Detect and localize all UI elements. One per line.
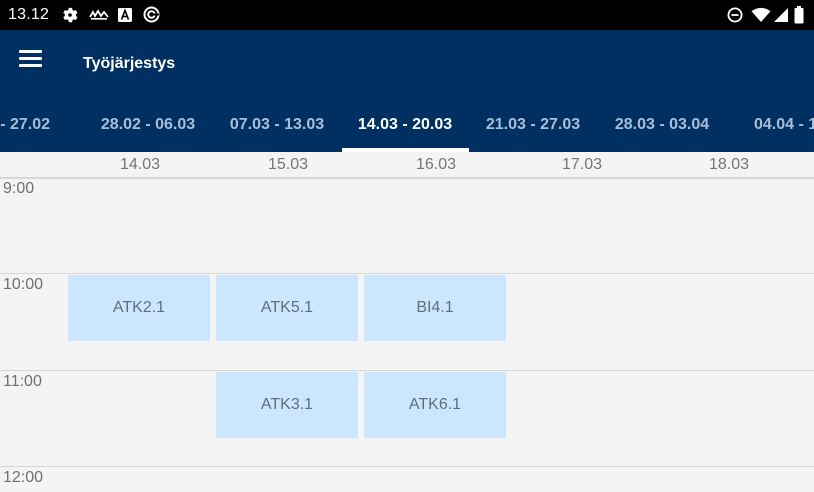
tab-week-2[interactable]: 07.03 - 13.03	[214, 116, 340, 153]
do-not-disturb-icon	[727, 7, 743, 23]
tab-week-5[interactable]: 28.03 - 03.04	[599, 116, 725, 153]
tab-week-6[interactable]: 04.04 - 10	[727, 116, 814, 153]
event-block[interactable]: ATK3.1	[216, 372, 358, 438]
status-bar: 13.12	[0, 0, 814, 30]
hour-label: 10:00	[3, 276, 44, 293]
event-label: BI4.1	[416, 299, 454, 316]
hamburger-menu-icon[interactable]	[19, 50, 43, 70]
tab-week-0[interactable]: 02 - 27.02	[0, 116, 77, 153]
hour-label: 12:00	[3, 469, 44, 486]
hour-line	[0, 370, 814, 371]
day-label: 14.03	[119, 156, 161, 173]
day-label: 17.03	[561, 156, 603, 173]
day-label: 18.03	[708, 156, 750, 173]
day-label: 15.03	[267, 156, 309, 173]
status-time: 13.12	[8, 6, 50, 23]
battery-icon	[794, 6, 804, 24]
event-block[interactable]: ATK2.1	[68, 275, 210, 341]
event-label: ATK5.1	[260, 299, 314, 316]
gear-icon	[63, 7, 78, 23]
event-block[interactable]: BI4.1	[364, 275, 506, 341]
hour-line	[0, 273, 814, 274]
event-block[interactable]: ATK5.1	[216, 275, 358, 341]
app-notification-icon	[89, 9, 109, 20]
event-label: ATK6.1	[408, 396, 462, 413]
wifi-icon	[751, 7, 771, 22]
hour-line	[0, 466, 814, 467]
tab-week-4[interactable]: 21.03 - 27.03	[470, 116, 596, 153]
data-saver-icon	[143, 6, 160, 23]
tab-week-1[interactable]: 28.02 - 06.03	[85, 116, 211, 153]
event-label: ATK2.1	[112, 299, 166, 316]
a-icon	[118, 8, 132, 22]
page-title: Työjärjestys	[83, 55, 176, 72]
hour-label: 11:00	[3, 373, 42, 390]
event-block[interactable]: ATK6.1	[364, 372, 506, 438]
hour-line	[0, 177, 814, 178]
day-label: 16.03	[415, 156, 457, 173]
hour-label: 9:00	[3, 180, 35, 197]
signal-icon	[774, 8, 788, 22]
day-header: 14.03 15.03 16.03 17.03 18.03	[0, 152, 814, 179]
event-label: ATK3.1	[260, 396, 314, 413]
